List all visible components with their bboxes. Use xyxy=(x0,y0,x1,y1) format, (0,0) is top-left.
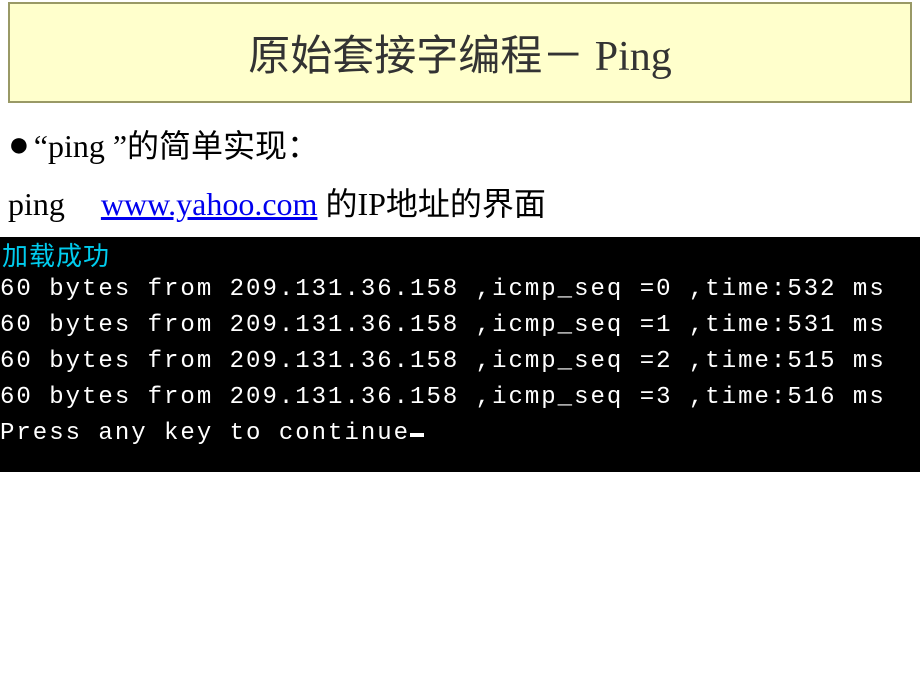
bullet-icon: ● xyxy=(8,123,30,165)
terminal-prompt: Press any key to continue xyxy=(0,416,920,452)
terminal-line: 60 bytes from 209.131.36.158 ,icmp_seq =… xyxy=(0,380,920,416)
ping-description-line: ping www.yahoo.com 的IP地址的界面 xyxy=(8,179,912,225)
slide-title: 原始套接字编程－ Ping xyxy=(30,22,890,83)
ping-suffix: 的IP地址的界面 xyxy=(325,186,545,222)
cursor-icon xyxy=(410,433,424,437)
ping-prefix: ping xyxy=(8,186,65,222)
terminal-line: 60 bytes from 209.131.36.158 ,icmp_seq =… xyxy=(0,272,920,308)
terminal-line: 60 bytes from 209.131.36.158 ,icmp_seq =… xyxy=(0,308,920,344)
bullet-text: “ping ”的简单实现： xyxy=(34,121,319,167)
slide-title-box: 原始套接字编程－ Ping xyxy=(8,2,912,103)
terminal-line: 60 bytes from 209.131.36.158 ,icmp_seq =… xyxy=(0,344,920,380)
terminal-output: 加载成功 60 bytes from 209.131.36.158 ,icmp_… xyxy=(0,237,920,472)
bullet-line: ● “ping ”的简单实现： xyxy=(8,121,912,167)
terminal-status: 加载成功 xyxy=(0,241,920,272)
slide-content: ● “ping ”的简单实现： ping www.yahoo.com 的IP地址… xyxy=(0,111,920,225)
yahoo-link[interactable]: www.yahoo.com xyxy=(101,186,318,222)
